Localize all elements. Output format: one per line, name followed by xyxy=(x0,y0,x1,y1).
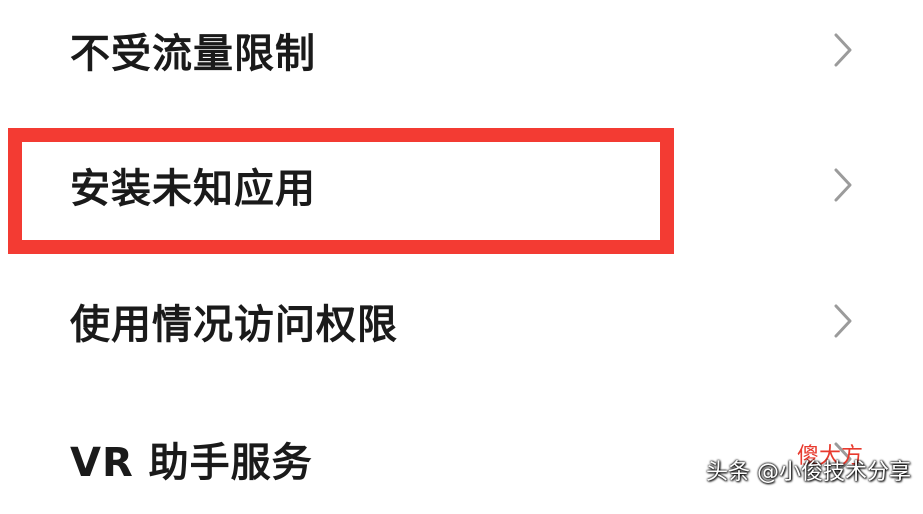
menu-item-install-unknown-apps[interactable]: 安装未知应用 xyxy=(0,130,923,240)
menu-item-label: 安装未知应用 xyxy=(70,166,316,212)
menu-item-label: 使用情况访问权限 xyxy=(70,302,398,348)
watermark: 头条 @小俊技术分享 xyxy=(706,460,911,485)
menu-item-label: 不受流量限制 xyxy=(70,31,316,77)
menu-item-label: VR 助手服务 xyxy=(70,440,313,486)
chevron-right-icon xyxy=(834,304,852,338)
menu-item-usage-access[interactable]: 使用情况访问权限 xyxy=(0,266,923,376)
chevron-right-icon xyxy=(834,168,852,202)
menu-item-unrestricted-data[interactable]: 不受流量限制 xyxy=(0,0,923,105)
chevron-right-icon xyxy=(834,33,852,67)
